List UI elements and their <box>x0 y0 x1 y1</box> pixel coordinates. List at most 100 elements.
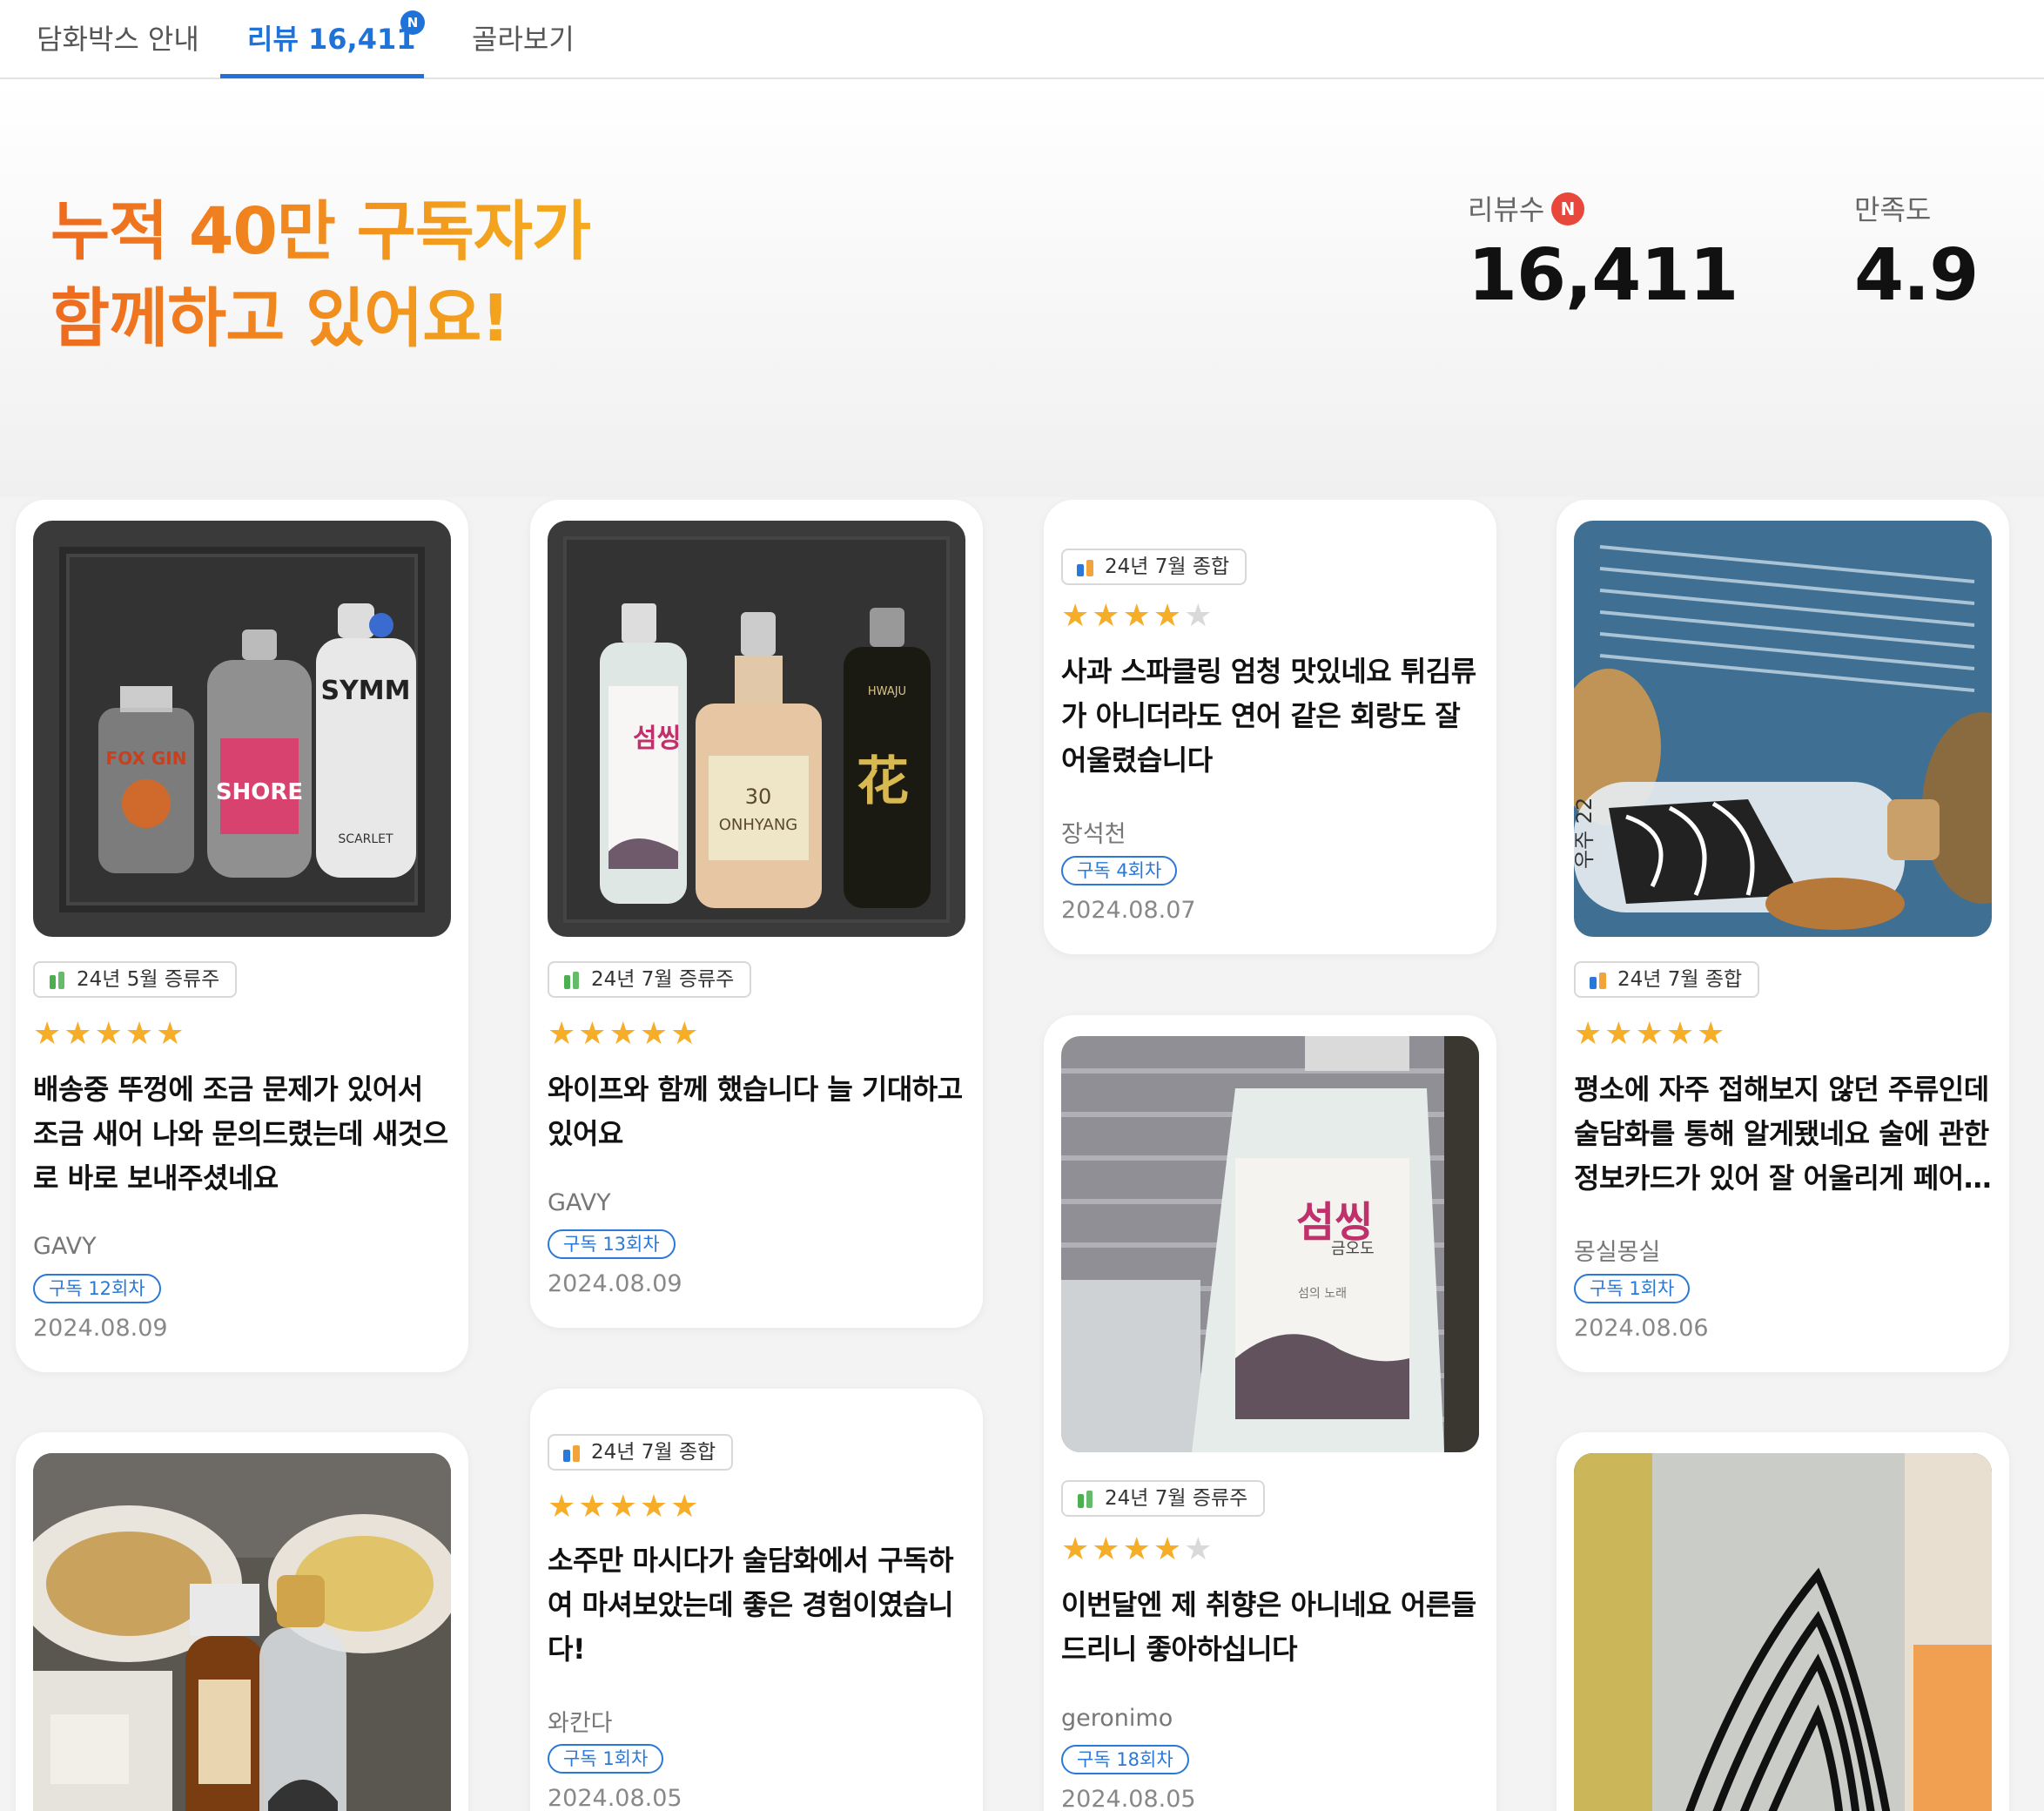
tab-reviews[interactable]: 리뷰 16,411 <box>247 0 416 79</box>
star-icon: ★ <box>1665 1016 1695 1052</box>
green-bottle-icon <box>1078 1491 1093 1508</box>
star-icon: ★ <box>548 1016 576 1052</box>
product-tag-label: 24년 5월 증류주 <box>77 968 220 991</box>
subscription-badge: 구독 18회차 <box>1061 1745 1189 1774</box>
star-icon: ★ <box>94 1016 123 1052</box>
mixed-bottles-icon <box>1077 560 1093 576</box>
review-photo[interactable]: FOX GIN SHORE SYMM SCARLET <box>33 521 451 937</box>
svg-text:SCARLET: SCARLET <box>338 832 393 846</box>
review-date: 2024.08.06 <box>1574 1315 1709 1342</box>
star-icon: ★ <box>639 1016 669 1052</box>
product-tag-label: 24년 7월 증류주 <box>1105 1487 1248 1510</box>
tab-box-info[interactable]: 담화박스 안내 <box>37 0 199 79</box>
star-icon: ★ <box>670 1489 699 1525</box>
svg-text:30: 30 <box>745 784 772 809</box>
tab-browse[interactable]: 골라보기 <box>472 0 575 79</box>
subscription-badge: 구독 12회차 <box>33 1274 161 1303</box>
review-photo[interactable]: 섬씽 30 ONHYANG HWAJU 花 <box>548 521 965 937</box>
product-tag: 24년 7월 증류주 <box>548 961 752 998</box>
patterned-bottle-photo <box>1574 1453 1992 1811</box>
food-and-bottles-photo <box>33 1453 451 1811</box>
product-tag-label: 24년 7월 종합 <box>591 1441 716 1464</box>
bottle-closeup-photo: 섬씽 금오도 섬의 노래 <box>1061 1036 1479 1452</box>
mixed-bottles-icon <box>563 1445 580 1462</box>
review-date: 2024.08.09 <box>33 1315 168 1342</box>
product-tag: 24년 7월 종합 <box>548 1434 734 1471</box>
review-card[interactable]: 24년 7월 종합 ★★★★★ 사과 스파클링 엄청 맛있네요 튀김류가 아니더… <box>1044 500 1496 954</box>
review-card[interactable]: FOX GIN SHORE SYMM SCARLET 24년 5월 증류주 ★★… <box>16 500 468 1372</box>
review-author: geronimo <box>1061 1705 1173 1732</box>
star-icon: ★ <box>1153 598 1182 634</box>
headline-line-2: 함께하고 있어요! <box>50 281 510 356</box>
product-tag-label: 24년 7월 종합 <box>1617 968 1743 991</box>
review-text: 사과 스파클링 엄청 맛있네요 튀김류가 아니더라도 연어 같은 회랑도 잘 어… <box>1061 655 1476 777</box>
rating-stars: ★★★★★ <box>1574 1019 1727 1050</box>
subscription-badge: 구독 4회차 <box>1061 856 1178 885</box>
review-date: 2024.08.05 <box>1061 1786 1196 1811</box>
review-author: 와칸다 <box>548 1710 613 1737</box>
svg-text:섬의 노래: 섬의 노래 <box>1298 1287 1347 1301</box>
star-icon: ★ <box>639 1489 669 1525</box>
hero-section: 누적 40만 구독자가 함께하고 있어요! 리뷰수 N 16,411 만족도 4… <box>0 79 2044 497</box>
review-count-label: 리뷰수 <box>1468 193 1545 226</box>
star-icon: ★ <box>578 1016 607 1052</box>
star-icon: ★ <box>1061 598 1090 634</box>
satisfaction-label: 만족도 <box>1854 193 1932 226</box>
review-photo[interactable]: 우주 22 <box>1574 521 1992 937</box>
review-author: 장석천 <box>1061 821 1126 848</box>
star-icon: ★ <box>1122 598 1151 634</box>
review-text: 와이프와 함께 했습니다 늘 기대하고 있어요 <box>548 1073 963 1150</box>
star-icon: ★ <box>608 1016 637 1052</box>
star-icon: ★ <box>608 1489 637 1525</box>
product-tag: 24년 7월 종합 <box>1061 549 1247 585</box>
review-photo[interactable]: 섬씽 금오도 섬의 노래 <box>1061 1036 1479 1452</box>
star-empty-icon: ★ <box>1184 598 1213 634</box>
star-icon: ★ <box>1697 1016 1725 1052</box>
product-tag: 24년 7월 증류주 <box>1061 1480 1266 1517</box>
review-text: 배송중 뚜껑에 조금 문제가 있어서 조금 새어 나와 문의드렸는데 새것으로 … <box>33 1073 448 1195</box>
review-card[interactable] <box>16 1432 468 1811</box>
rating-stars: ★★★★★ <box>1061 601 1214 632</box>
green-bottle-icon <box>50 972 64 989</box>
review-card[interactable]: 우주 22 24년 7월 종합 ★★★★★ 평소에 자주 접해보지 않던 주류인… <box>1557 500 2009 1372</box>
review-author: GAVY <box>548 1189 611 1216</box>
product-tag-label: 24년 7월 종합 <box>1105 555 1230 578</box>
star-icon: ★ <box>64 1016 92 1052</box>
review-author: 몽실몽실 <box>1574 1239 1661 1266</box>
review-photo[interactable] <box>33 1453 451 1811</box>
rating-stars: ★★★★★ <box>1061 1534 1214 1565</box>
star-icon: ★ <box>670 1016 699 1052</box>
review-card[interactable]: 24년 7월 종합 ★★★★★ 소주만 마시다가 술담화에서 구독하여 마셔보았… <box>530 1389 983 1811</box>
star-icon: ★ <box>124 1016 154 1052</box>
rating-stars: ★★★★★ <box>548 1491 701 1523</box>
review-card[interactable]: 섬씽 금오도 섬의 노래 24년 7월 증류주 ★★★★★ 이번달엔 제 취향은… <box>1044 1015 1496 1811</box>
leaflet-bottle-photo: 우주 22 <box>1574 521 1992 937</box>
review-date: 2024.08.09 <box>548 1270 682 1297</box>
star-empty-icon: ★ <box>1184 1532 1213 1567</box>
star-icon: ★ <box>1122 1532 1151 1567</box>
svg-text:花: 花 <box>857 751 909 812</box>
review-card[interactable] <box>1557 1432 2009 1811</box>
star-icon: ★ <box>578 1489 607 1525</box>
review-author: GAVY <box>33 1233 97 1260</box>
headline-line-1: 누적 40만 구독자가 <box>50 194 591 269</box>
star-icon: ★ <box>1153 1532 1182 1567</box>
active-tab-indicator <box>220 74 424 78</box>
rating-stars: ★★★★★ <box>548 1019 701 1050</box>
spirits-box-photo: 섬씽 30 ONHYANG HWAJU 花 <box>548 521 965 937</box>
svg-text:HWAJU: HWAJU <box>868 685 906 698</box>
svg-text:ONHYANG: ONHYANG <box>719 816 798 834</box>
review-card[interactable]: 섬씽 30 ONHYANG HWAJU 花 24년 7월 증류주 ★★★★★ 와… <box>530 500 983 1328</box>
product-tag: 24년 7월 종합 <box>1574 961 1760 998</box>
rating-stars: ★★★★★ <box>33 1019 186 1050</box>
svg-text:FOX GIN: FOX GIN <box>106 748 187 769</box>
star-icon: ★ <box>33 1016 62 1052</box>
star-icon: ★ <box>1604 1016 1633 1052</box>
star-icon: ★ <box>548 1489 576 1525</box>
subscription-badge: 구독 1회차 <box>1574 1274 1691 1303</box>
star-icon: ★ <box>1574 1016 1603 1052</box>
review-photo[interactable] <box>1574 1453 1992 1811</box>
product-tag: 24년 5월 증류주 <box>33 961 238 998</box>
satisfaction-value: 4.9 <box>1854 234 1979 317</box>
star-icon: ★ <box>1635 1016 1664 1052</box>
